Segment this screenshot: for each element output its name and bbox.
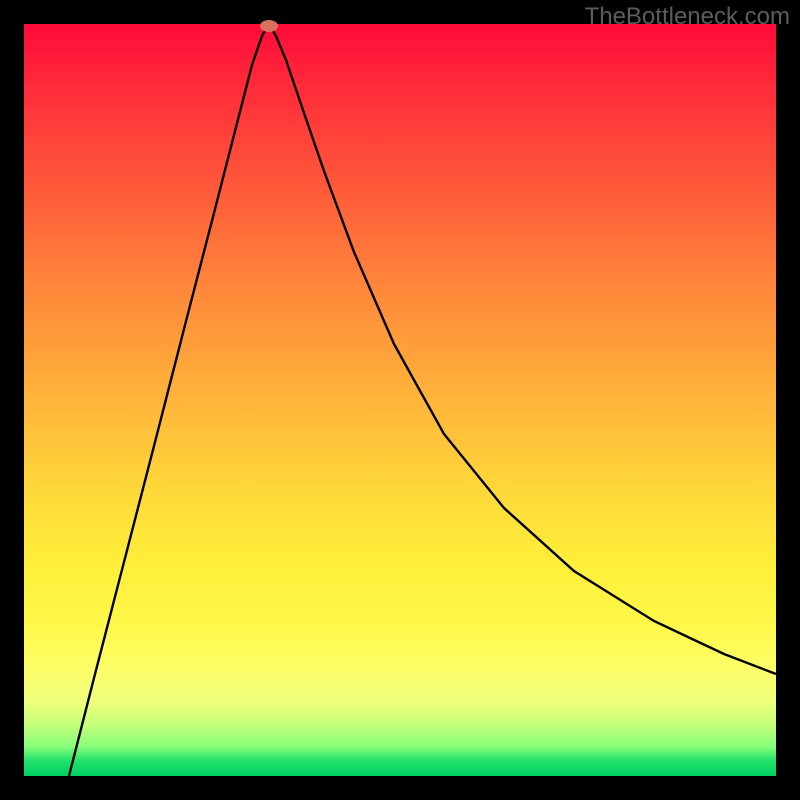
bottleneck-curve — [24, 24, 776, 776]
curve-path — [69, 24, 776, 776]
optimum-marker — [260, 20, 278, 32]
watermark-text: TheBottleneck.com — [585, 3, 790, 31]
